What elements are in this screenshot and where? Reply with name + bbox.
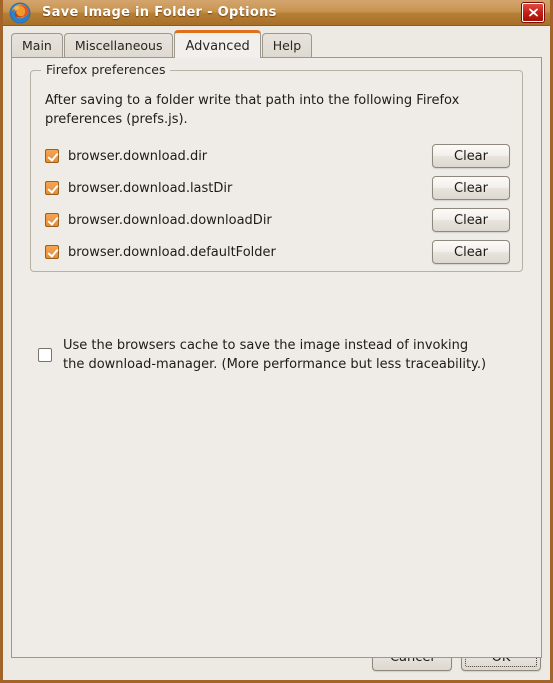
group-title: Firefox preferences xyxy=(41,62,171,77)
checkbox-browser-download-downloaddir[interactable] xyxy=(45,213,59,227)
cache-option-label: Use the browsers cache to save the image… xyxy=(63,338,487,372)
pref-row-downloaddir: browser.download.downloadDir Clear xyxy=(45,207,510,233)
title-bar: Save Image in Folder - Options xyxy=(3,0,550,26)
tab-help[interactable]: Help xyxy=(261,33,313,57)
checkbox-browser-download-dir[interactable] xyxy=(45,149,59,163)
checkbox-browser-download-lastdir[interactable] xyxy=(45,181,59,195)
clear-button-dir-label: Clear xyxy=(454,148,488,164)
clear-button-lastdir[interactable]: Clear xyxy=(432,176,510,200)
tab-advanced-label: Advanced xyxy=(185,38,250,54)
pref-label-dir: browser.download.dir xyxy=(68,148,208,164)
window-title: Save Image in Folder - Options xyxy=(42,5,277,20)
tab-strip: Main Miscellaneous Advanced Help xyxy=(11,29,550,58)
firefox-preferences-group: Firefox preferences After saving to a fo… xyxy=(30,62,523,272)
clear-button-downloaddir[interactable]: Clear xyxy=(432,208,510,232)
clear-button-defaultfolder-label: Clear xyxy=(454,244,488,260)
clear-button-downloaddir-label: Clear xyxy=(454,212,488,228)
tab-miscellaneous[interactable]: Miscellaneous xyxy=(63,33,174,57)
cache-option-row: Use the browsers cache to save the image… xyxy=(38,336,491,374)
close-icon[interactable] xyxy=(522,3,544,22)
pref-row-lastdir: browser.download.lastDir Clear xyxy=(45,175,510,201)
pref-label-downloaddir: browser.download.downloadDir xyxy=(68,212,272,228)
pref-row-dir: browser.download.dir Clear xyxy=(45,143,510,169)
firefox-icon xyxy=(8,1,32,25)
tab-advanced[interactable]: Advanced xyxy=(174,30,261,58)
tab-main-label: Main xyxy=(22,38,52,53)
tab-panel-advanced: Firefox preferences After saving to a fo… xyxy=(11,57,542,658)
pref-label-lastdir: browser.download.lastDir xyxy=(68,180,233,196)
pref-label-defaultfolder: browser.download.defaultFolder xyxy=(68,244,276,260)
tab-help-label: Help xyxy=(272,38,302,53)
clear-button-dir[interactable]: Clear xyxy=(432,144,510,168)
clear-button-lastdir-label: Clear xyxy=(454,180,488,196)
checkbox-use-browser-cache[interactable] xyxy=(38,348,52,362)
group-description: After saving to a folder write that path… xyxy=(45,93,460,127)
checkbox-browser-download-defaultfolder[interactable] xyxy=(45,245,59,259)
tab-main[interactable]: Main xyxy=(11,33,63,57)
clear-button-defaultfolder[interactable]: Clear xyxy=(432,240,510,264)
tab-miscellaneous-label: Miscellaneous xyxy=(74,38,163,53)
options-dialog-window: Save Image in Folder - Options Main Misc… xyxy=(0,0,553,683)
pref-row-defaultfolder: browser.download.defaultFolder Clear xyxy=(45,239,510,265)
